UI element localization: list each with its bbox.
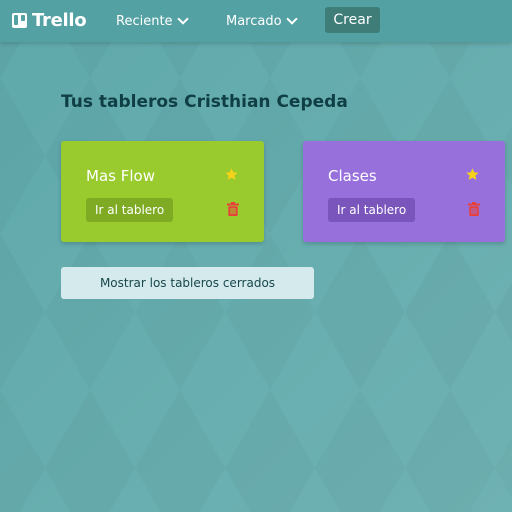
recent-menu-label: Reciente — [116, 13, 173, 29]
star-icon[interactable] — [224, 167, 239, 182]
top-navigation-bar: Trello Reciente Marcado Crear — [0, 0, 512, 42]
board-card-mas-flow[interactable]: Mas Flow Ir al tablero — [61, 141, 264, 242]
open-board-button[interactable]: Ir al tablero — [328, 198, 416, 222]
starred-menu-label: Marcado — [226, 13, 282, 29]
create-button[interactable]: Crear — [325, 7, 380, 33]
chevron-down-icon — [285, 13, 298, 25]
trash-icon[interactable] — [227, 202, 239, 216]
recent-menu[interactable]: Reciente — [116, 12, 189, 30]
logo-text: Trello — [32, 9, 87, 31]
trello-logo[interactable]: Trello — [12, 9, 87, 31]
star-icon[interactable] — [465, 167, 480, 182]
trello-board-icon — [12, 12, 27, 28]
open-board-button[interactable]: Ir al tablero — [86, 198, 174, 222]
board-name: Mas Flow — [86, 167, 155, 185]
starred-menu[interactable]: Marcado — [226, 12, 298, 30]
page-title: Tus tableros Cristhian Cepeda — [61, 92, 348, 112]
trash-icon[interactable] — [468, 202, 480, 216]
show-closed-boards-button[interactable]: Mostrar los tableros cerrados — [61, 267, 314, 299]
board-name: Clases — [328, 167, 377, 185]
board-card-clases[interactable]: Clases Ir al tablero — [303, 141, 505, 242]
chevron-down-icon — [176, 13, 189, 25]
